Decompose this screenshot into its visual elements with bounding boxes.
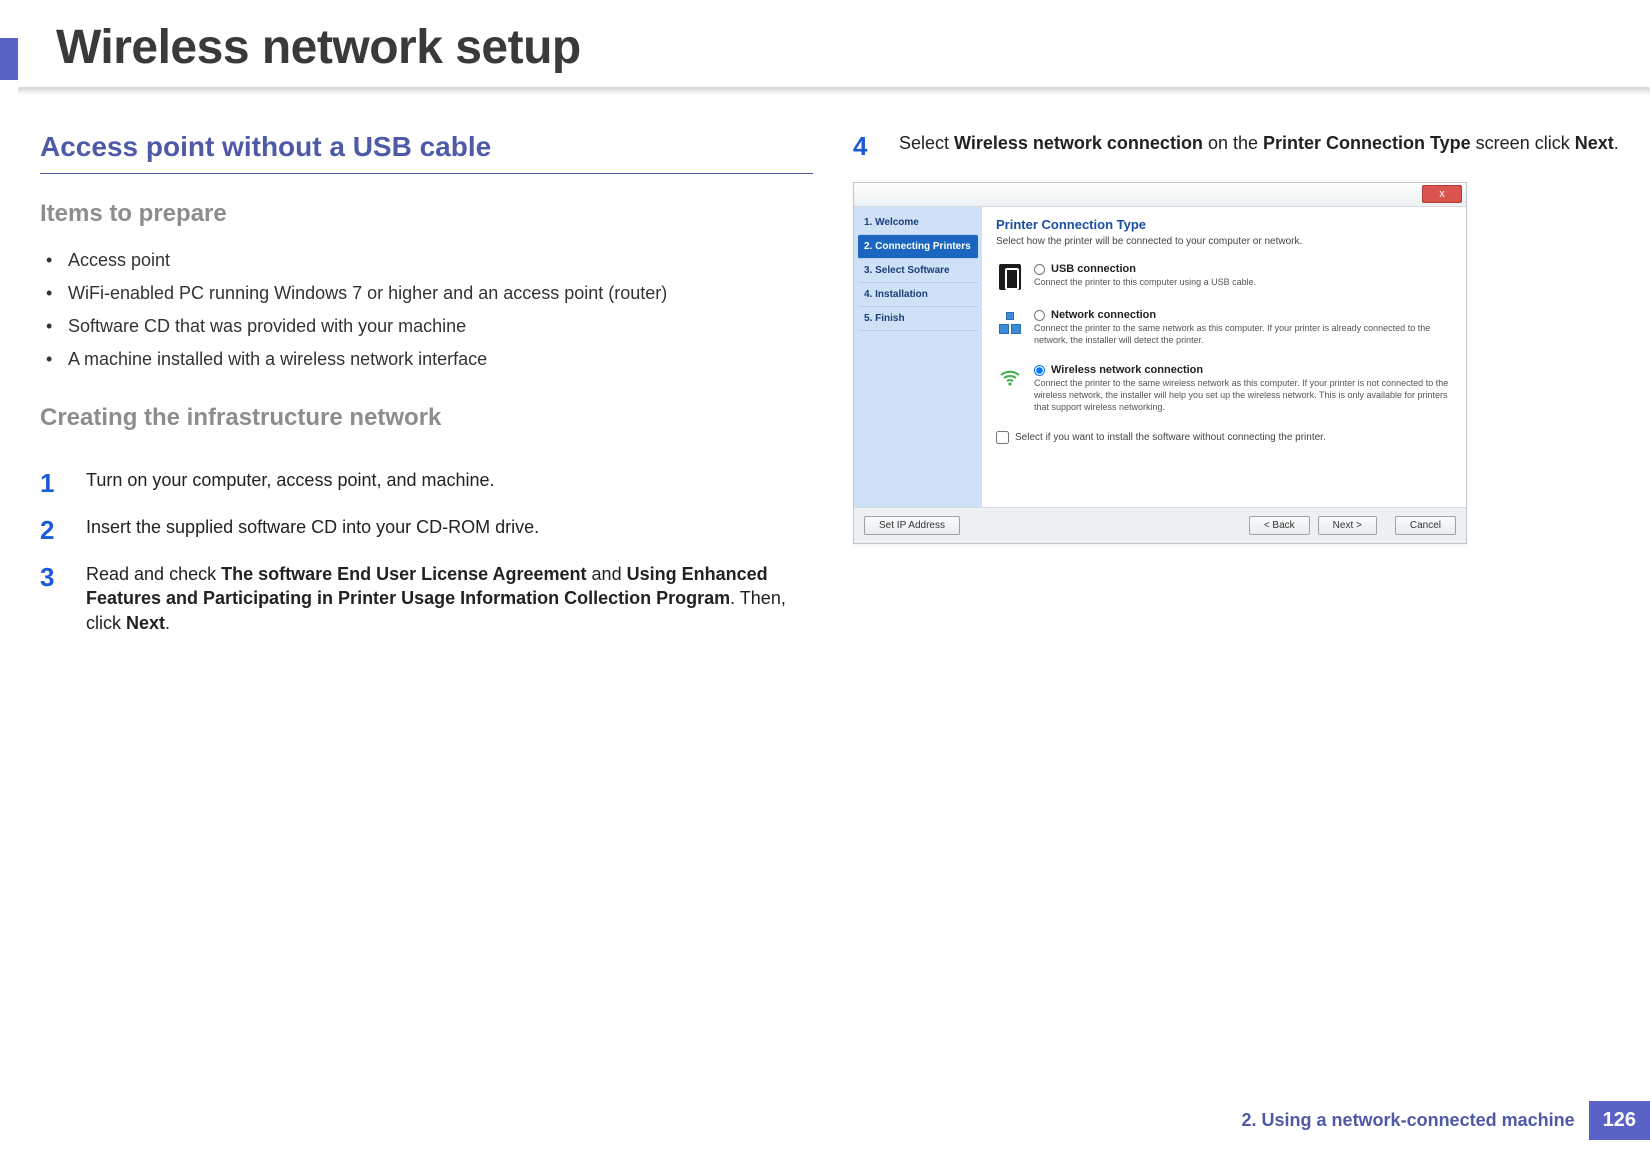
side-step-installation: 4. Installation xyxy=(858,283,978,307)
list-item: WiFi-enabled PC running Windows 7 or hig… xyxy=(40,277,813,310)
step-3: 3 Read and check The software End User L… xyxy=(40,562,813,635)
sub-heading-items-to-prepare: Items to prepare xyxy=(40,200,813,228)
install-without-connecting-row[interactable]: Select if you want to install the softwa… xyxy=(996,431,1454,444)
side-step-select-software: 3. Select Software xyxy=(858,259,978,283)
next-button[interactable]: Next > xyxy=(1318,516,1377,535)
title-accent-strip xyxy=(0,38,18,80)
step-number: 4 xyxy=(853,131,877,162)
step-1: 1 Turn on your computer, access point, a… xyxy=(40,468,813,499)
radio-usb[interactable] xyxy=(1034,264,1045,275)
step-text: Select Wireless network connection on th… xyxy=(899,131,1619,155)
option-usb-connection[interactable]: USB connection Connect the printer to th… xyxy=(996,263,1454,291)
page-title: Wireless network setup xyxy=(0,6,1650,87)
content-columns: Access point without a USB cable Items t… xyxy=(0,99,1650,651)
step-2: 2 Insert the supplied software CD into y… xyxy=(40,515,813,546)
bold-run: Next xyxy=(126,613,165,633)
installer-dialog-screenshot: x 1. Welcome 2. Connecting Printers 3. S… xyxy=(853,182,1467,544)
set-ip-button[interactable]: Set IP Address xyxy=(864,516,960,535)
title-bar: Wireless network setup xyxy=(0,0,1650,99)
step-4: 4 Select Wireless network connection on … xyxy=(853,131,1626,162)
network-icon xyxy=(996,309,1024,337)
list-item: Access point xyxy=(40,244,813,277)
option-title: Wireless network connection xyxy=(1051,364,1203,376)
dialog-side-steps: 1. Welcome 2. Connecting Printers 3. Sel… xyxy=(854,207,982,507)
usb-icon xyxy=(996,263,1024,291)
side-step-connecting-printers: 2. Connecting Printers xyxy=(858,235,978,259)
option-wireless-connection[interactable]: Wireless network connection Connect the … xyxy=(996,364,1454,413)
option-desc: Connect the printer to the same wireless… xyxy=(1034,378,1454,413)
step-number: 2 xyxy=(40,515,64,546)
checkbox-install-without-connecting[interactable] xyxy=(996,431,1009,444)
wifi-icon xyxy=(996,364,1024,392)
footer-chapter: 2. Using a network-connected machine xyxy=(1242,1110,1589,1131)
bold-run: The software End User License Agreement xyxy=(221,564,586,584)
checkbox-label: Select if you want to install the softwa… xyxy=(1015,432,1326,443)
radio-network[interactable] xyxy=(1034,310,1045,321)
step-number: 3 xyxy=(40,562,64,593)
option-desc: Connect the printer to this computer usi… xyxy=(1034,277,1454,289)
text-run: . xyxy=(165,613,170,633)
dialog-main: Printer Connection Type Select how the p… xyxy=(982,207,1466,507)
back-button[interactable]: < Back xyxy=(1249,516,1310,535)
title-divider xyxy=(18,87,1650,99)
text-run: . xyxy=(1614,133,1619,153)
option-title: Network connection xyxy=(1051,309,1156,321)
text-run: and xyxy=(587,564,627,584)
page-footer: 2. Using a network-connected machine 126 xyxy=(1242,1101,1650,1140)
text-run: on the xyxy=(1203,133,1263,153)
text-run: Select xyxy=(899,133,954,153)
items-list: Access point WiFi-enabled PC running Win… xyxy=(40,244,813,386)
side-step-welcome: 1. Welcome xyxy=(858,211,978,235)
left-column: Access point without a USB cable Items t… xyxy=(40,131,813,651)
list-item: Software CD that was provided with your … xyxy=(40,310,813,343)
radio-wireless[interactable] xyxy=(1034,365,1045,376)
step-text: Read and check The software End User Lic… xyxy=(86,562,813,635)
step-text: Turn on your computer, access point, and… xyxy=(86,468,495,492)
installer-dialog: x 1. Welcome 2. Connecting Printers 3. S… xyxy=(853,182,1467,544)
section-divider xyxy=(40,173,813,174)
option-desc: Connect the printer to the same network … xyxy=(1034,323,1454,346)
bold-run: Printer Connection Type xyxy=(1263,133,1471,153)
cancel-button[interactable]: Cancel xyxy=(1395,516,1456,535)
bold-run: Wireless network connection xyxy=(954,133,1203,153)
page-number: 126 xyxy=(1589,1101,1650,1140)
step-number: 1 xyxy=(40,468,64,499)
dialog-footer: Set IP Address < Back Next > Cancel xyxy=(854,507,1466,543)
option-network-connection[interactable]: Network connection Connect the printer t… xyxy=(996,309,1454,346)
option-title: USB connection xyxy=(1051,263,1136,275)
dialog-heading: Printer Connection Type xyxy=(996,217,1454,232)
section-heading-access-point: Access point without a USB cable xyxy=(40,131,813,173)
side-step-finish: 5. Finish xyxy=(858,307,978,331)
text-run: screen click xyxy=(1471,133,1575,153)
steps-list: 1 Turn on your computer, access point, a… xyxy=(40,448,813,635)
right-column: 4 Select Wireless network connection on … xyxy=(853,131,1626,651)
dialog-titlebar: x xyxy=(854,183,1466,207)
close-icon[interactable]: x xyxy=(1422,185,1462,203)
list-item: A machine installed with a wireless netw… xyxy=(40,343,813,376)
sub-heading-creating-infrastructure: Creating the infrastructure network xyxy=(40,404,813,432)
text-run: Read and check xyxy=(86,564,221,584)
bold-run: Next xyxy=(1575,133,1614,153)
dialog-subtext: Select how the printer will be connected… xyxy=(996,236,1454,247)
dialog-body: 1. Welcome 2. Connecting Printers 3. Sel… xyxy=(854,207,1466,507)
step-text: Insert the supplied software CD into you… xyxy=(86,515,539,539)
